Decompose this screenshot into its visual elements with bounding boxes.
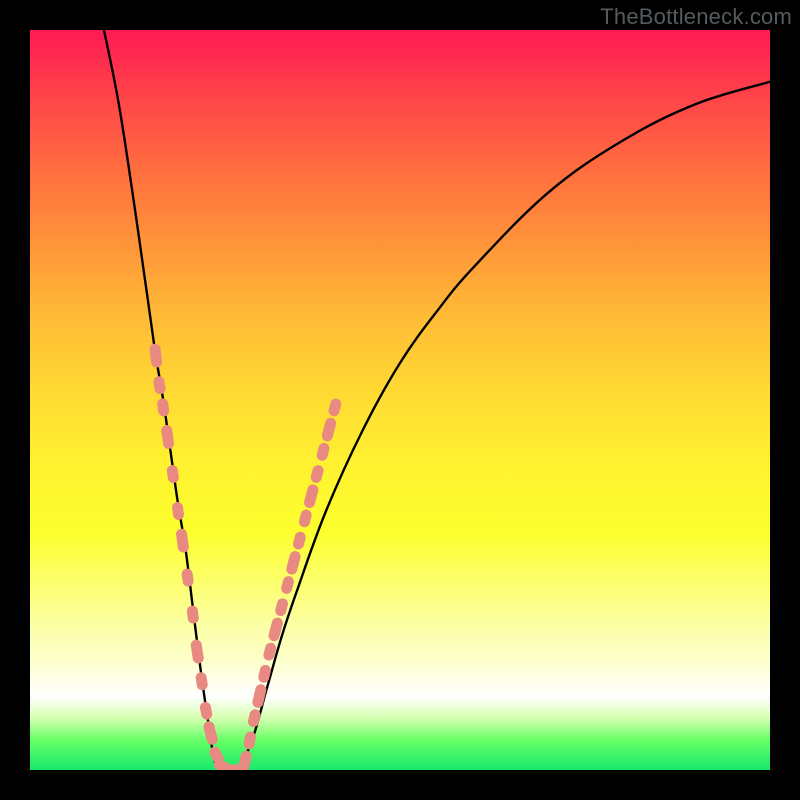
stage: TheBottleneck.com [0,0,800,800]
data-marker [321,417,338,443]
data-marker [274,597,289,617]
data-marker [292,530,307,550]
data-marker [285,550,302,576]
data-marker [199,701,213,721]
data-marker [247,708,262,728]
bottleneck-curve-path [104,30,770,770]
marker-group-right [237,397,343,770]
marker-group-left [149,343,246,770]
data-marker [149,343,163,368]
data-marker [309,464,324,484]
data-marker [156,398,170,417]
data-marker [303,483,320,509]
data-marker [315,442,330,462]
data-marker [190,639,204,664]
data-marker [202,720,219,746]
data-marker [280,575,295,595]
data-marker [166,464,179,483]
data-marker [237,750,253,770]
data-marker [181,568,194,587]
data-marker [327,397,342,417]
data-marker [186,605,199,624]
data-marker [298,508,313,528]
bottleneck-chart [30,30,770,770]
data-marker [153,375,167,395]
watermark-text: TheBottleneck.com [600,4,792,30]
data-marker [175,528,189,553]
data-marker [161,424,175,449]
curve-group [104,30,770,770]
data-marker [171,501,185,520]
plot-area [30,30,770,770]
data-marker [195,671,209,690]
